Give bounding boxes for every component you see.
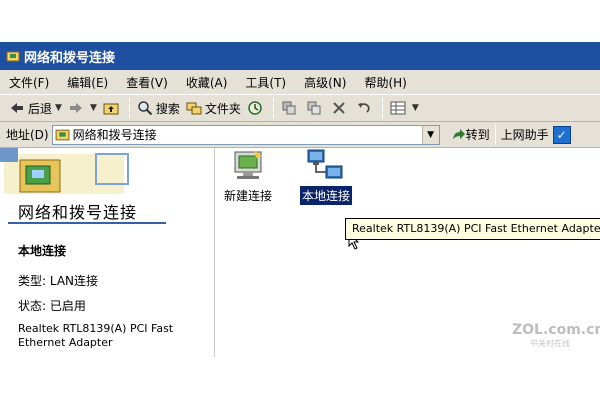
delete-button[interactable] (328, 97, 353, 119)
address-bar: 地址(D) 网络和拨号连接 ▼ 转到 上网助手 ✓ (0, 122, 600, 148)
network-folder-icon (6, 51, 20, 62)
forward-arrow-icon (69, 103, 82, 113)
address-value: 网络和拨号连接 (72, 128, 157, 142)
back-dropdown-icon[interactable]: ▼ (55, 103, 62, 113)
back-button[interactable]: 后退 ▼ (6, 97, 65, 119)
forward-dropdown-icon[interactable]: ▼ (90, 103, 97, 113)
address-separator (494, 124, 496, 145)
menu-view[interactable]: 查看(V) (123, 72, 171, 93)
views-dropdown-icon[interactable]: ▼ (412, 103, 419, 113)
watermark-logo: ZOL.com.cn (512, 322, 600, 338)
internet-helper-label[interactable]: 上网助手 (501, 126, 549, 143)
new-connection-icon (234, 150, 262, 179)
explorer-window: 网络和拨号连接 文件(F) 编辑(E) 查看(V) 收藏(A) 工具(T) 高级… (0, 42, 600, 357)
folders-button[interactable]: 文件夹 (183, 97, 244, 119)
address-field[interactable]: 网络和拨号连接 ▼ (51, 124, 440, 145)
menu-bar: 文件(F) 编辑(E) 查看(V) 收藏(A) 工具(T) 高级(N) 帮助(H… (0, 70, 600, 94)
up-folder-button[interactable] (100, 97, 125, 119)
connection-type: 类型: LAN连接 (18, 274, 99, 288)
watermark-text: ZOL.com.cn (512, 322, 600, 338)
move-to-button[interactable] (278, 97, 303, 119)
undo-icon (357, 103, 370, 113)
chevron-down-icon: ▼ (427, 129, 435, 140)
content-area: 网络和拨号连接 本地连接 类型: LAN连接 状态: 已启用 Realtek R… (0, 148, 600, 357)
go-label: 转到 (465, 128, 490, 142)
details-pane: 网络和拨号连接 本地连接 类型: LAN连接 状态: 已启用 Realtek R… (0, 148, 215, 357)
local-connection-item[interactable]: 本地连接 (295, 148, 357, 206)
menu-tools[interactable]: 工具(T) (242, 72, 289, 93)
adapter-description: Realtek RTL8139(A) PCI Fast Ethernet Ada… (18, 322, 174, 349)
copy-to-icon (307, 101, 321, 115)
search-button[interactable]: 搜索 (134, 97, 183, 119)
watermark-subtext: 中关村在线 (530, 339, 570, 348)
up-folder-icon (103, 103, 119, 115)
back-label: 后退 (28, 101, 53, 116)
title-bar[interactable]: 网络和拨号连接 (0, 42, 600, 70)
menu-file[interactable]: 文件(F) (6, 72, 52, 93)
address-dropdown-button[interactable]: ▼ (421, 125, 439, 144)
folders-label: 文件夹 (204, 101, 241, 116)
copy-to-button[interactable] (303, 97, 328, 119)
delete-x-icon (333, 102, 345, 114)
forward-button[interactable]: ▼ (65, 97, 100, 119)
history-icon (248, 101, 262, 115)
views-grid-icon (390, 101, 406, 115)
back-arrow-icon (11, 103, 23, 113)
menu-advanced[interactable]: 高级(N) (301, 72, 349, 93)
network-folder-icon (55, 129, 70, 141)
history-button[interactable] (244, 97, 269, 119)
new-connection-item[interactable]: 新建连接 (218, 148, 278, 205)
checkmark-icon[interactable]: ✓ (552, 125, 571, 144)
pane-heading: 网络和拨号连接 (18, 203, 138, 222)
undo-button[interactable] (353, 97, 378, 119)
toolbar: 后退 ▼ ▼ 搜索 文件夹 ▼ (0, 94, 600, 122)
folders-icon (186, 102, 202, 115)
menu-edit[interactable]: 编辑(E) (64, 72, 111, 93)
heading-underline (8, 222, 166, 224)
menu-help[interactable]: 帮助(H) (361, 72, 409, 93)
window-title: 网络和拨号连接 (24, 50, 116, 66)
move-to-icon (282, 101, 296, 115)
menu-favorites[interactable]: 收藏(A) (183, 72, 231, 93)
go-arrow-icon (452, 128, 465, 139)
adapter-tooltip: Realtek RTL8139(A) PCI Fast Ethernet Ada… (345, 218, 600, 240)
toolbar-separator (381, 98, 383, 118)
search-label: 搜索 (155, 101, 180, 116)
go-button[interactable]: 转到 (450, 126, 490, 143)
local-area-connection-icon (307, 149, 343, 179)
address-label: 地址(D) (6, 128, 49, 142)
local-connection-label: 本地连接 (298, 185, 354, 206)
selected-connection-name: 本地连接 (18, 244, 67, 258)
toolbar-separator (272, 98, 274, 118)
search-icon (138, 101, 153, 116)
connection-status: 状态: 已启用 (18, 299, 86, 313)
new-connection-label: 新建连接 (223, 189, 272, 203)
toolbar-separator (128, 98, 130, 118)
views-button[interactable]: ▼ (387, 97, 422, 119)
